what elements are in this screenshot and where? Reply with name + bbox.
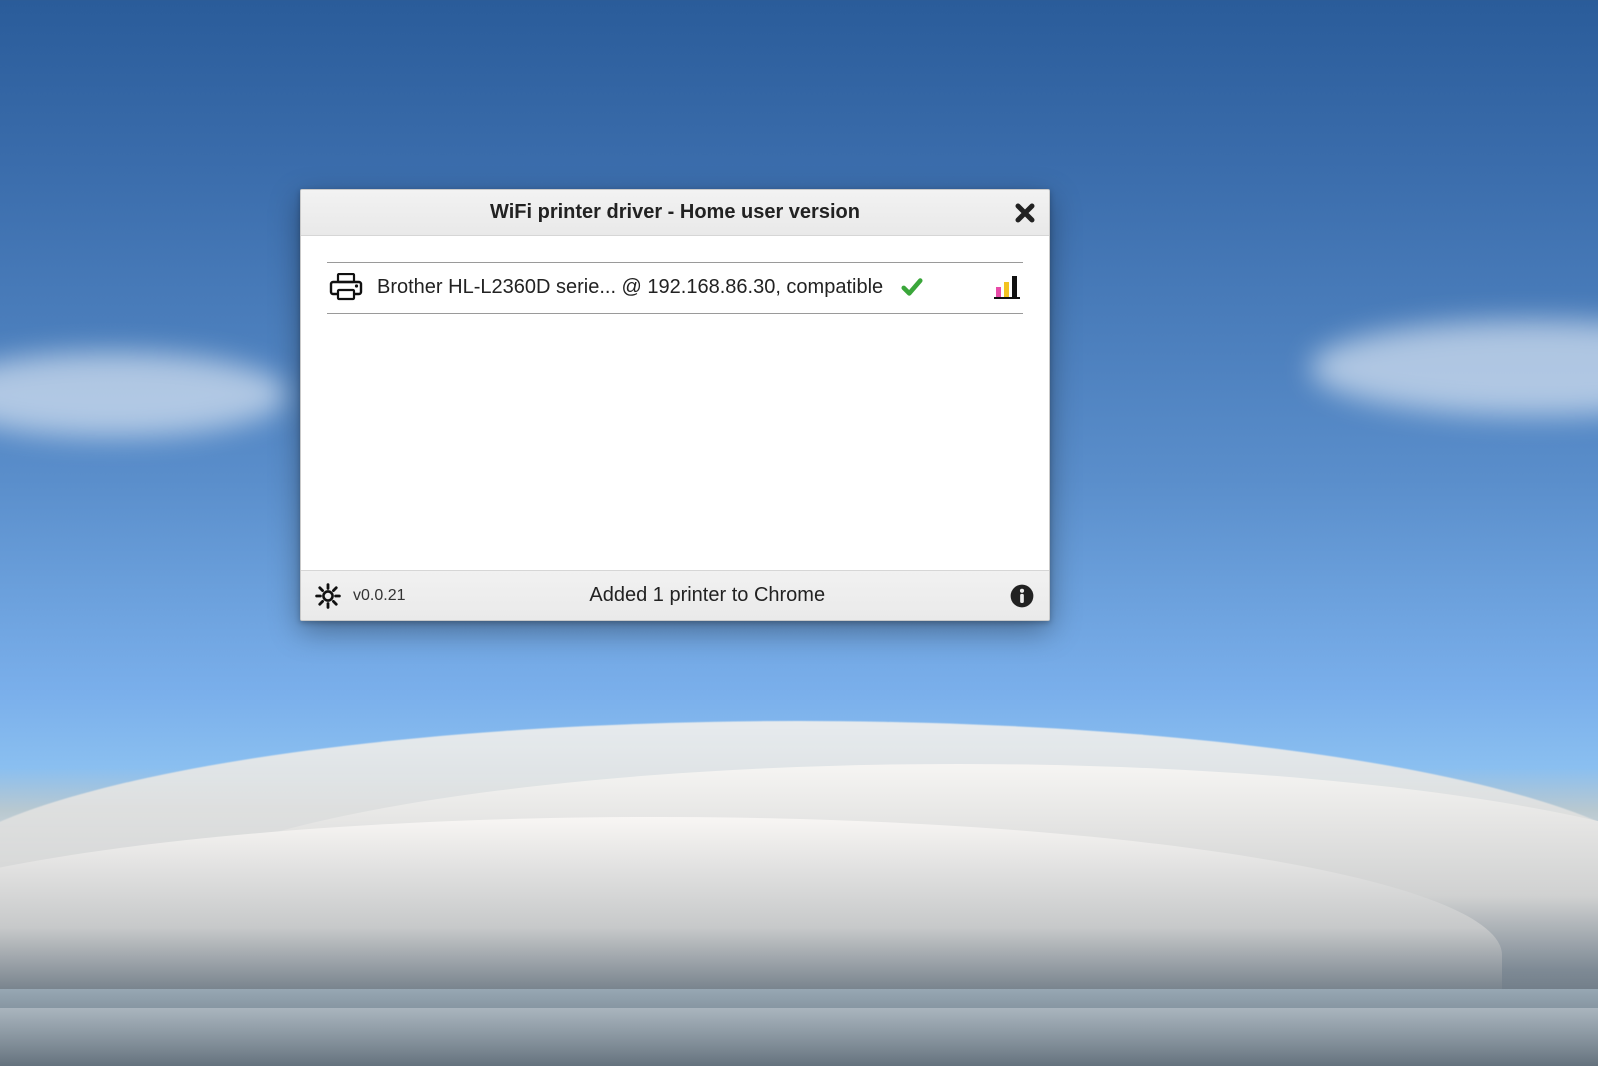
info-icon	[1011, 584, 1034, 607]
status-text: Added 1 printer to Chrome	[417, 584, 997, 607]
close-button[interactable]	[1011, 199, 1039, 227]
window-title: WiFi printer driver - Home user version	[490, 201, 860, 224]
printer-label: Brother HL-L2360D serie... @ 192.168.86.…	[377, 276, 883, 299]
printer-icon	[329, 273, 363, 301]
ink-levels-button[interactable]	[993, 275, 1021, 299]
settings-button[interactable]	[315, 583, 341, 609]
printer-row[interactable]: Brother HL-L2360D serie... @ 192.168.86.…	[327, 263, 1023, 314]
close-icon	[1013, 201, 1037, 225]
app-window: WiFi printer driver - Home user version …	[300, 189, 1050, 621]
printer-list: Brother HL-L2360D serie... @ 192.168.86.…	[327, 262, 1023, 314]
printer-list-area: Brother HL-L2360D serie... @ 192.168.86.…	[301, 236, 1049, 570]
titlebar: WiFi printer driver - Home user version	[301, 190, 1049, 236]
footer: v0.0.21 Added 1 printer to Chrome	[301, 570, 1049, 620]
info-button[interactable]	[1009, 583, 1035, 609]
check-icon	[901, 276, 923, 298]
version-label: v0.0.21	[353, 587, 405, 605]
gear-icon	[317, 584, 340, 607]
